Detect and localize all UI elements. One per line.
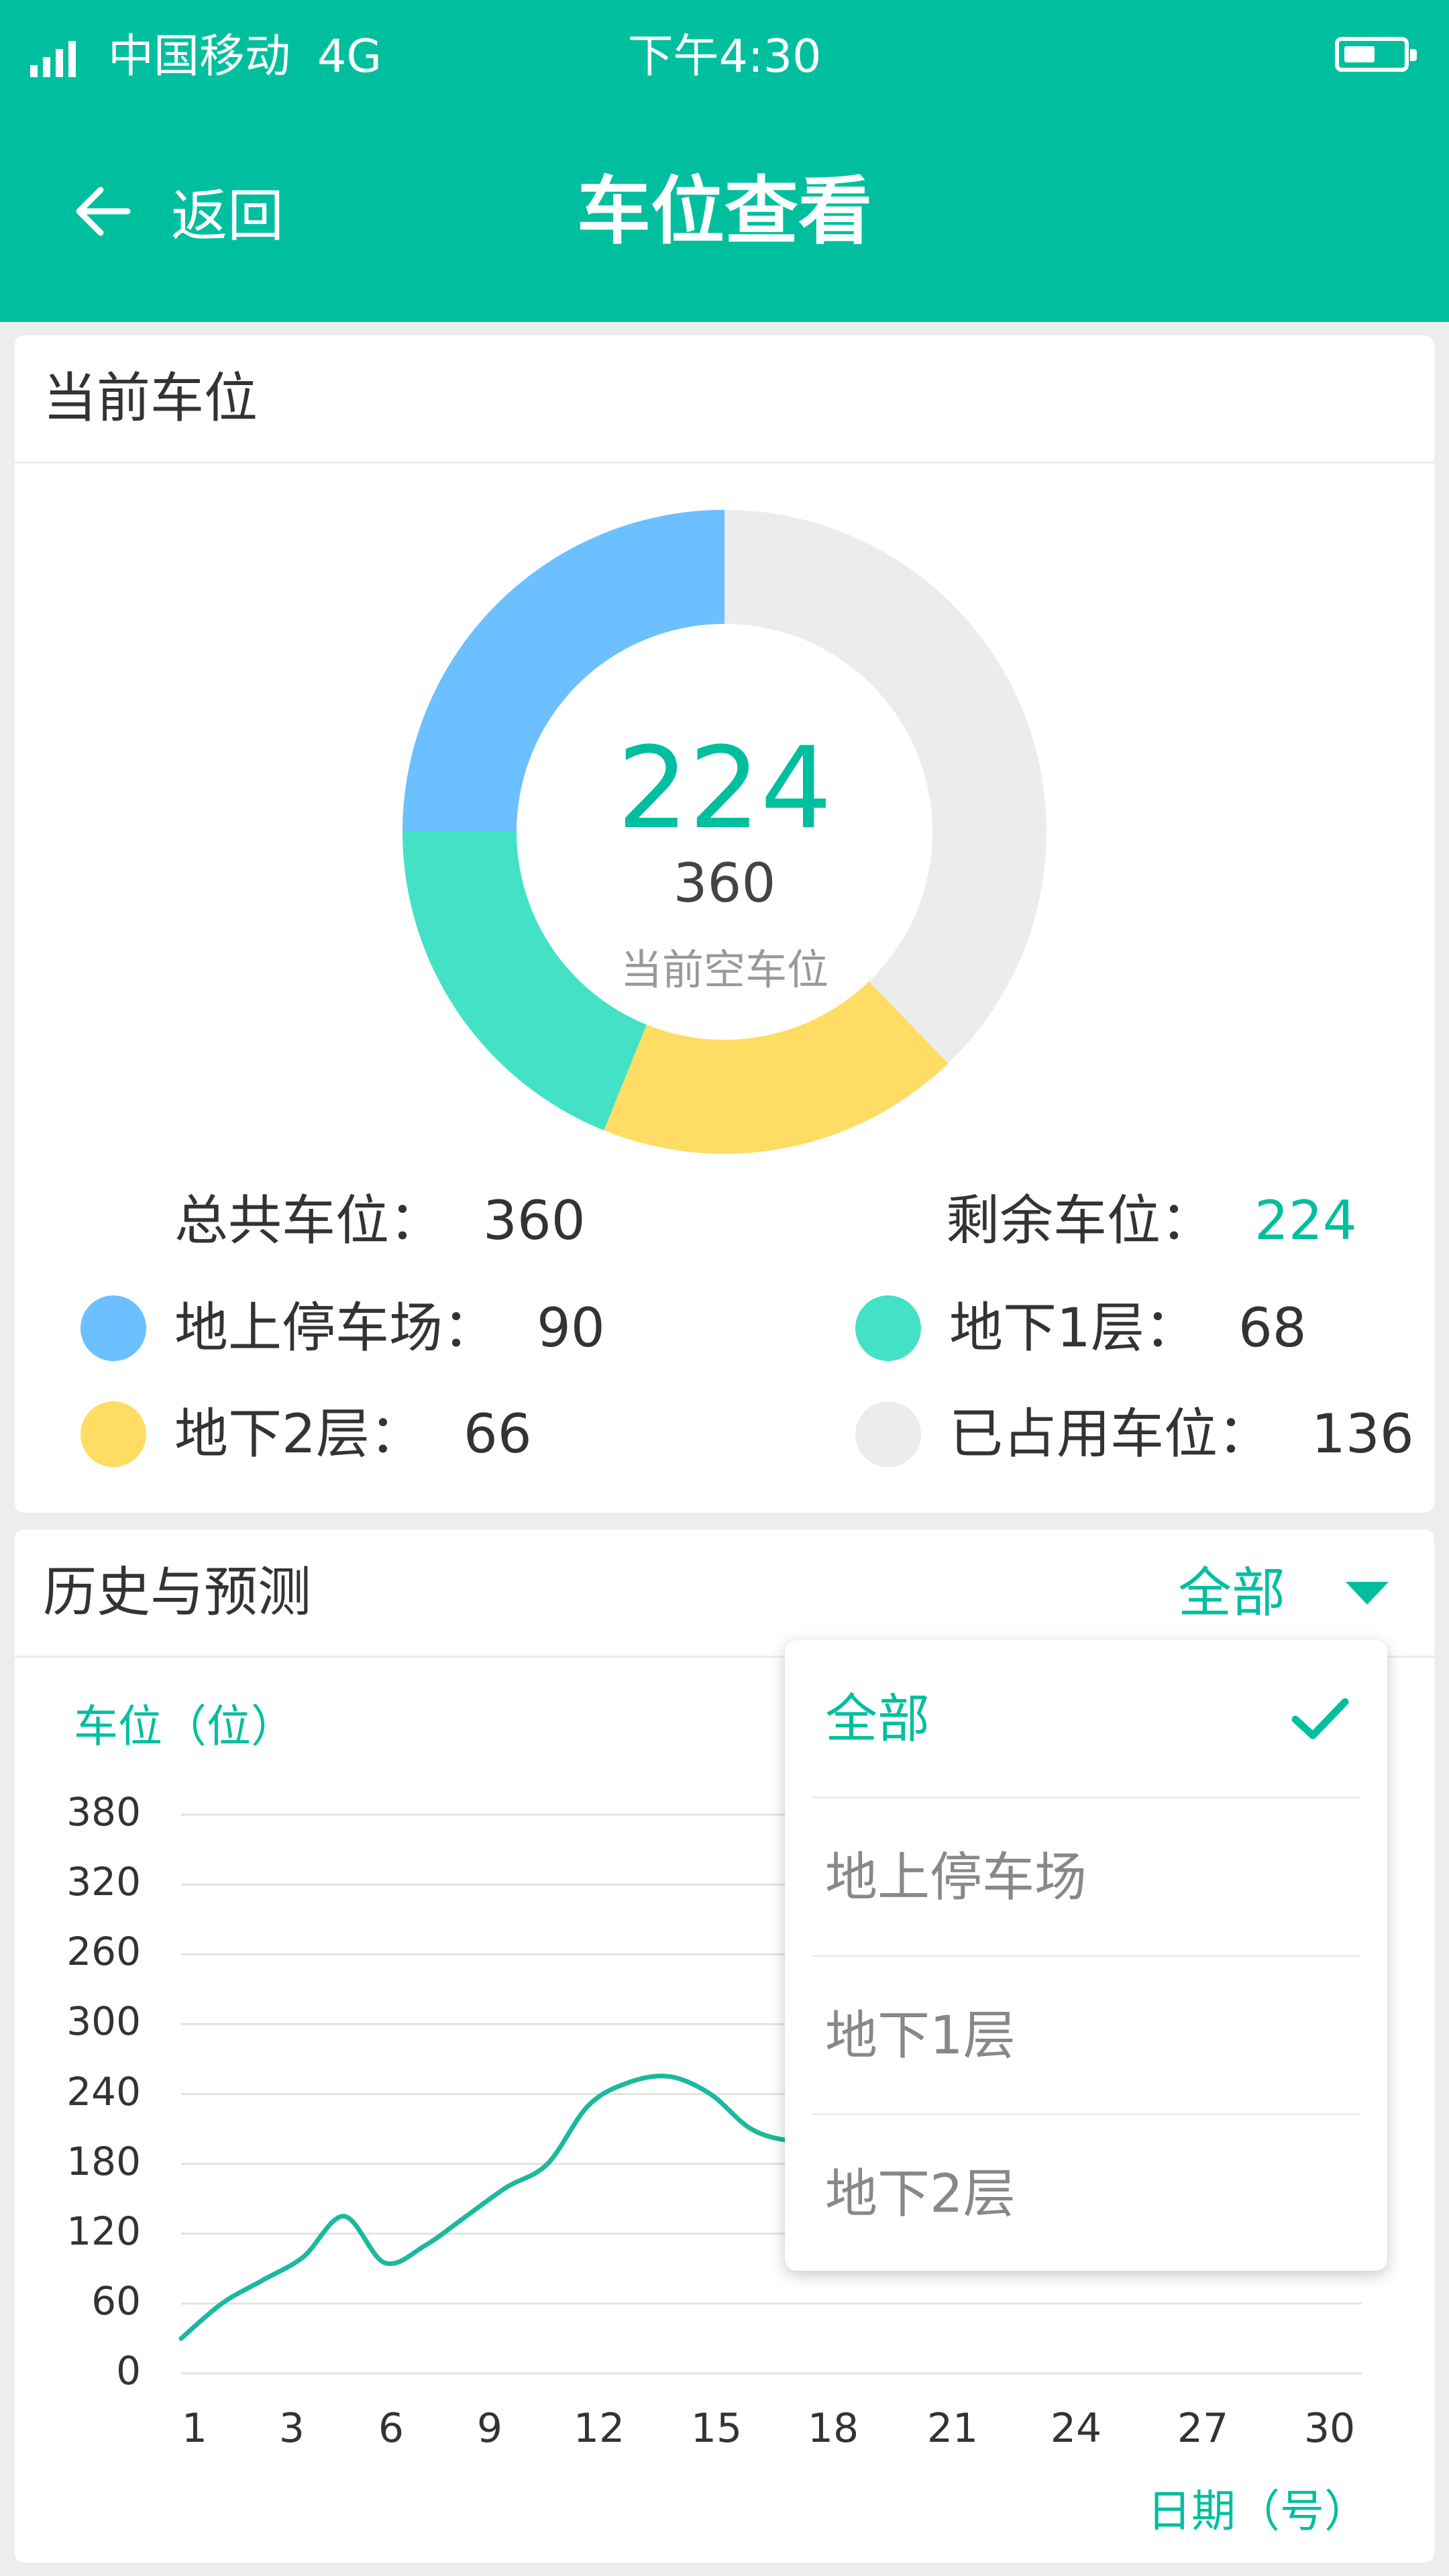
dropdown-option-label: 全部 (825, 1689, 930, 1750)
filter-dropdown-menu: 全部 地上停车场 地下1层 地下2层 (785, 1640, 1387, 2271)
y-tick-label: 120 (66, 2208, 141, 2254)
x-tick-label: 24 (1050, 2405, 1102, 2452)
series-line (178, 2074, 835, 2341)
dropdown-option-all[interactable]: 全部 (785, 1640, 1387, 1799)
y-tick-label: 300 (66, 1998, 141, 2045)
y-tick-label: 260 (66, 1929, 141, 1975)
y-tick-label: 180 (66, 2138, 141, 2184)
x-tick-label: 3 (278, 2405, 305, 2452)
dropdown-option-basement-1[interactable]: 地下1层 (785, 1957, 1387, 2115)
x-tick-label: 6 (378, 2405, 405, 2452)
y-tick-label: 320 (66, 1859, 141, 1905)
dropdown-option-label: 地下2层 (825, 2164, 1016, 2224)
x-tick-label: 30 (1303, 2405, 1356, 2452)
y-tick-label: 0 (116, 2348, 141, 2394)
x-tick-label: 27 (1177, 2405, 1229, 2452)
x-tick-label: 18 (807, 2405, 859, 2452)
dropdown-option-label: 地上停车场 (825, 1847, 1087, 1908)
x-axis-label: 日期（号） (1147, 2485, 1368, 2537)
x-tick-label: 15 (690, 2405, 743, 2452)
x-tick-label: 12 (573, 2405, 625, 2452)
check-icon (1291, 1698, 1349, 1739)
y-tick-label: 60 (91, 2277, 141, 2324)
y-tick-label: 380 (66, 1789, 141, 1835)
x-tick-label: 21 (926, 2405, 979, 2452)
x-tick-label: 9 (476, 2405, 503, 2452)
x-tick-label: 1 (181, 2405, 208, 2452)
dropdown-option-label: 地下1层 (825, 2006, 1016, 2066)
y-tick-label: 240 (66, 2068, 141, 2114)
dropdown-option-ground-lot[interactable]: 地上停车场 (785, 1799, 1387, 1957)
dropdown-option-basement-2[interactable]: 地下2层 (785, 2115, 1387, 2273)
